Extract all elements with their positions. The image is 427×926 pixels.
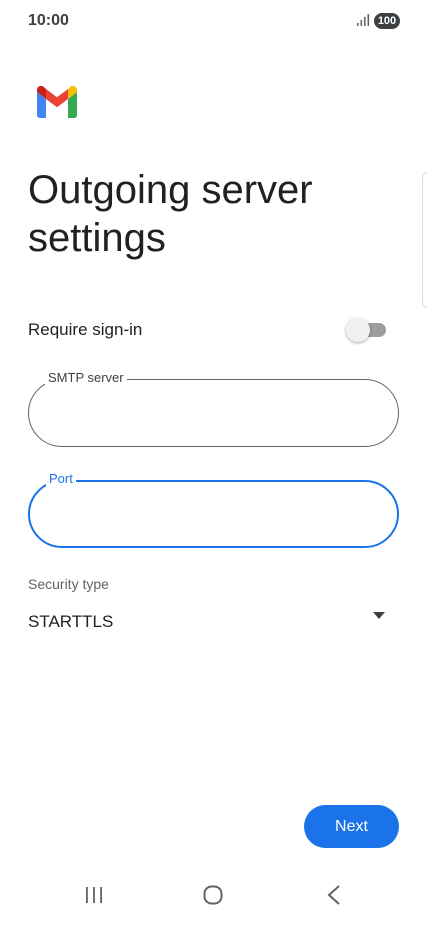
signal-bars-icon: [357, 14, 370, 26]
smtp-server-field[interactable]: SMTP server: [28, 370, 399, 447]
smtp-server-input[interactable]: [47, 398, 381, 430]
security-type-value: STARTTLS: [28, 612, 114, 631]
require-signin-toggle[interactable]: [346, 317, 388, 343]
recents-icon[interactable]: [85, 886, 103, 904]
port-input[interactable]: [48, 500, 382, 532]
toggle-knob: [346, 318, 370, 342]
status-bar: 10:00 100: [0, 0, 427, 44]
battery-level: 100: [374, 13, 400, 29]
next-button[interactable]: Next: [304, 805, 399, 848]
edge-panel-handle[interactable]: [422, 172, 427, 308]
smtp-server-label: SMTP server: [45, 370, 127, 386]
home-icon[interactable]: [203, 885, 223, 905]
security-type-label: Security type: [28, 576, 109, 592]
port-field[interactable]: Port: [28, 471, 399, 548]
status-time: 10:00: [28, 12, 69, 29]
gmail-logo-icon: [37, 86, 77, 118]
screen: 10:00 100 Outgoing server settings Requi…: [0, 0, 427, 926]
require-signin-label: Require sign-in: [28, 320, 143, 339]
page-title: Outgoing server settings: [28, 168, 313, 260]
back-icon[interactable]: [327, 885, 341, 905]
port-label: Port: [46, 471, 76, 487]
dropdown-arrow-icon[interactable]: [373, 612, 385, 620]
